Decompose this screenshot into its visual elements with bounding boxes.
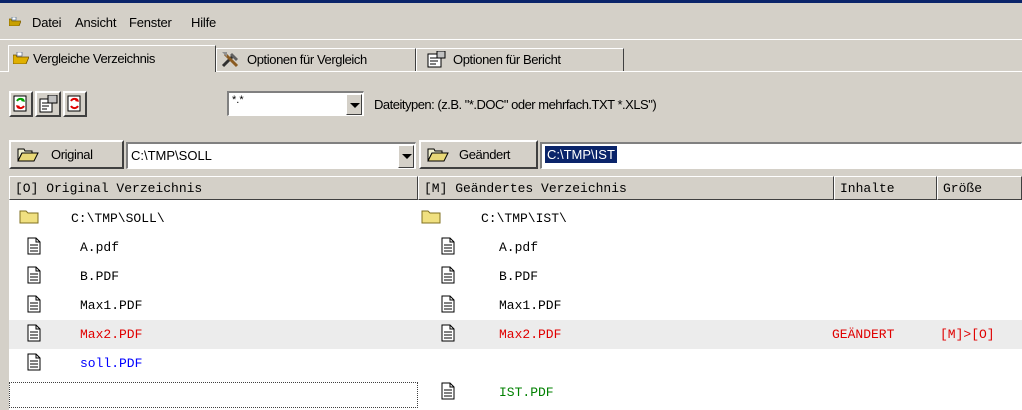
tools-icon: [221, 52, 239, 68]
column-header-original[interactable]: [O] Original Verzeichnis: [9, 176, 418, 200]
app-folder-icon: [9, 17, 21, 26]
changed-browse-button[interactable]: Geändert: [419, 140, 538, 169]
compare-refresh-icon: [13, 95, 27, 112]
changed-name: B.PDF: [499, 269, 539, 284]
document-icon: [27, 295, 41, 317]
document-icon: [441, 382, 455, 404]
changed-name: A.pdf: [499, 240, 539, 255]
content-status: GEÄNDERT: [832, 327, 895, 342]
changed-name: C:\TMP\IST\: [481, 211, 567, 226]
original-label: Original: [51, 147, 93, 162]
original-path-value: C:\TMP\SOLL: [131, 148, 212, 163]
menu-hilfe[interactable]: Hilfe: [191, 15, 216, 30]
menu-ansicht[interactable]: Ansicht: [75, 15, 116, 30]
column-label: Größe: [943, 181, 983, 196]
focus-row-outline: [9, 382, 418, 408]
document-icon: [27, 324, 41, 346]
document-icon: [441, 237, 455, 259]
tab-optionen-vergleich[interactable]: Optionen für Vergleich: [216, 48, 416, 71]
table-row[interactable]: C:\TMP\SOLL\ C:\TMP\IST\: [9, 204, 1022, 233]
size-status: [M]>[O]: [940, 327, 995, 342]
compare-button[interactable]: [9, 91, 33, 117]
compare-grid[interactable]: [O] Original Verzeichnis [M] Geändertes …: [9, 176, 1022, 410]
changed-path-value: C:\TMP\IST: [545, 146, 617, 163]
table-row[interactable]: B.PDF B.PDF: [9, 262, 1022, 291]
changed-name: Max1.PDF: [499, 298, 562, 313]
document-icon: [441, 324, 455, 346]
chevron-down-icon[interactable]: [398, 145, 414, 168]
menu-bar: Datei Ansicht Fenster Hilfe: [0, 3, 1022, 40]
changed-path-input[interactable]: C:\TMP\IST: [540, 142, 1022, 169]
refresh-icon: [67, 95, 81, 112]
column-header-changed[interactable]: [M] Geändertes Verzeichnis: [418, 176, 834, 200]
changed-name: Max2.PDF: [499, 327, 562, 342]
open-folder-icon: [17, 148, 39, 162]
column-label: [O] Original Verzeichnis: [15, 181, 203, 196]
tab-label: Vergleiche Verzeichnis: [33, 51, 155, 66]
filetype-value: *.*: [232, 94, 244, 106]
document-icon: [27, 237, 41, 259]
column-label: Inhalte: [840, 181, 895, 196]
tab-label: Optionen für Bericht: [453, 52, 561, 67]
original-path-combobox[interactable]: C:\TMP\SOLL: [126, 142, 416, 169]
tab-strip: Vergleiche Verzeichnis Optionen für Verg…: [0, 44, 1022, 72]
original-browse-button[interactable]: Original: [9, 140, 124, 169]
table-row[interactable]: Max2.PDF Max2.PDF GEÄNDERT [M]>[O]: [9, 320, 1022, 349]
open-folder-icon: [427, 148, 449, 162]
original-name: B.PDF: [80, 269, 120, 284]
column-label: [M] Geändertes Verzeichnis: [424, 181, 627, 196]
original-name: Max2.PDF: [80, 327, 143, 342]
changed-label: Geändert: [459, 147, 511, 162]
document-icon: [441, 295, 455, 317]
folder-icon: [421, 208, 441, 228]
column-header-groesse[interactable]: Größe: [937, 176, 1022, 200]
original-name: Max1.PDF: [80, 298, 143, 313]
document-icon: [27, 266, 41, 288]
table-row[interactable]: A.pdf A.pdf: [9, 233, 1022, 262]
column-header-inhalte[interactable]: Inhalte: [834, 176, 937, 200]
grid-empty-area: [834, 352, 1022, 410]
changed-name: IST.PDF: [499, 385, 554, 400]
chevron-down-icon[interactable]: [346, 94, 362, 115]
original-name: C:\TMP\SOLL\: [71, 211, 165, 226]
menu-datei[interactable]: Datei: [32, 15, 62, 30]
properties-icon: [39, 95, 58, 113]
filetype-combobox[interactable]: *.*: [227, 91, 364, 116]
menu-fenster[interactable]: Fenster: [129, 15, 172, 30]
report-properties-icon: [427, 51, 446, 68]
folder-icon: [19, 208, 39, 228]
tab-vergleiche-verzeichnis[interactable]: Vergleiche Verzeichnis: [8, 45, 216, 72]
table-row[interactable]: Max1.PDF Max1.PDF: [9, 291, 1022, 320]
original-name: soll.PDF: [80, 356, 143, 371]
original-name: A.pdf: [80, 240, 120, 255]
tab-label: Optionen für Vergleich: [247, 52, 367, 67]
properties-button[interactable]: [35, 91, 61, 117]
document-icon: [27, 353, 41, 375]
filetype-hint: Dateitypen: (z.B. "*.DOC" oder mehrfach.…: [374, 97, 657, 112]
tab-optionen-bericht[interactable]: Optionen für Bericht: [416, 48, 624, 71]
refresh-button[interactable]: [63, 91, 87, 117]
document-icon: [441, 266, 455, 288]
folder-compare-icon: [13, 52, 29, 64]
